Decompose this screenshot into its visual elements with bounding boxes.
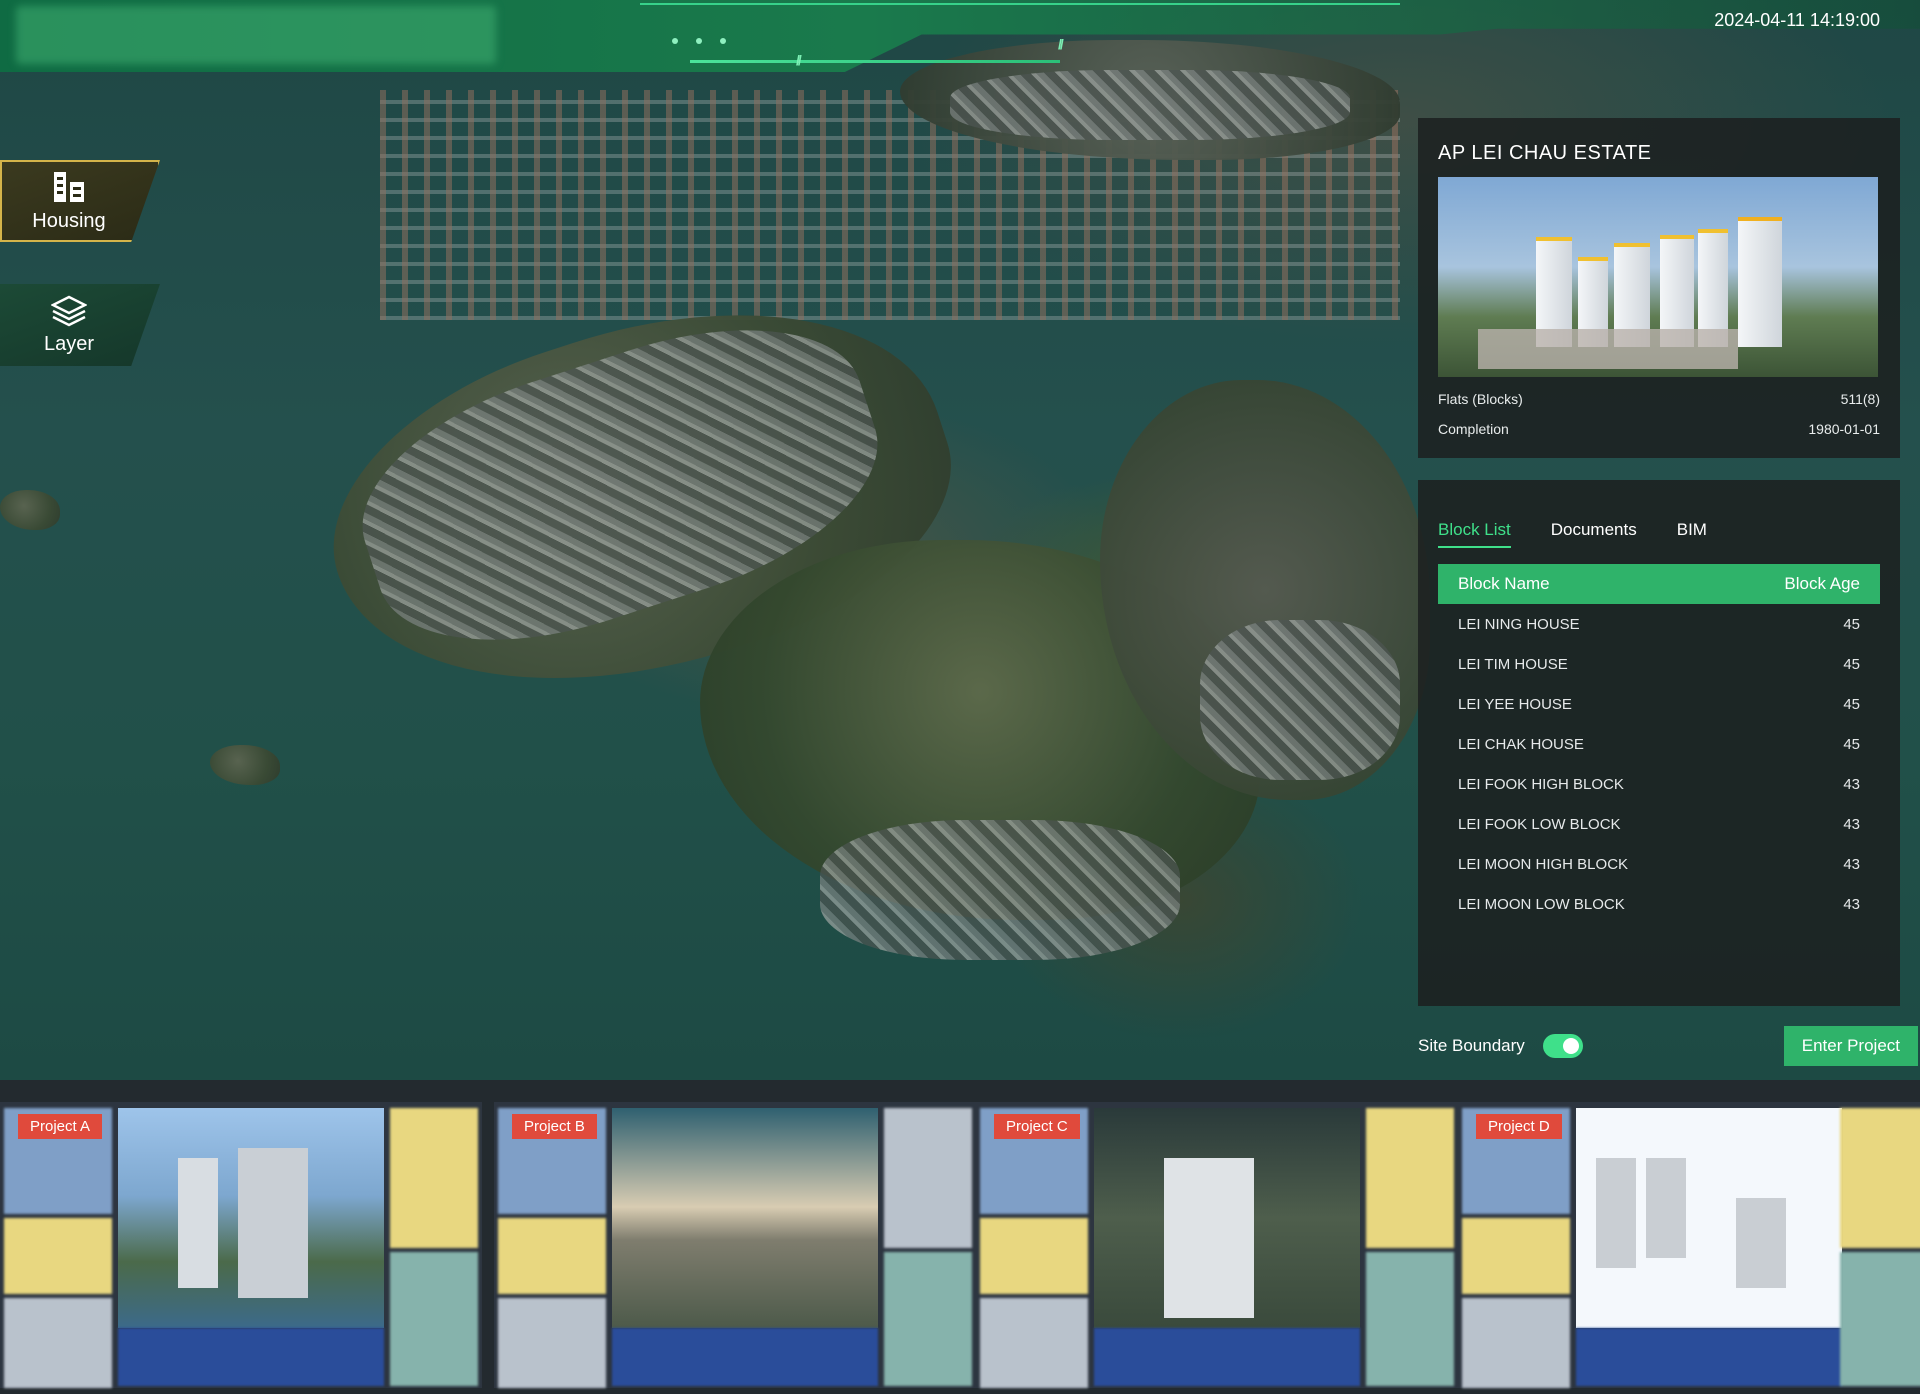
block-age-cell: 45 — [1843, 735, 1860, 753]
block-name-cell: LEI CHAK HOUSE — [1458, 735, 1584, 753]
block-name-cell: LEI MOON HIGH BLOCK — [1458, 855, 1629, 873]
block-name-cell: LEI FOOK HIGH BLOCK — [1458, 775, 1624, 793]
block-name-cell: LEI YEE HOUSE — [1458, 695, 1572, 713]
panel-footer: Site Boundary Enter Project — [1418, 1022, 1918, 1070]
decor-dots — [672, 38, 726, 44]
table-row[interactable]: LEI CHAK HOUSE 45 — [1438, 724, 1880, 764]
housing-label: Housing — [32, 209, 106, 232]
layer-label: Layer — [43, 332, 95, 355]
col-block-name: Block Name — [1458, 574, 1550, 593]
project-card-a[interactable]: Project A — [0, 1102, 482, 1388]
layers-icon — [51, 295, 87, 326]
table-row[interactable]: LEI FOOK LOW BLOCK 43 — [1438, 804, 1880, 844]
table-row[interactable]: LEI YEE HOUSE 45 — [1438, 684, 1880, 724]
completion-label: Completion — [1438, 421, 1509, 437]
project-card-c[interactable]: Project C — [976, 1102, 1458, 1388]
estate-title: AP LEI CHAU ESTATE — [1438, 142, 1652, 164]
block-name-cell: LEI FOOK LOW BLOCK — [1458, 815, 1621, 833]
tab-block-list[interactable]: Block List — [1438, 520, 1511, 548]
flats-row: Flats (Blocks) 511(8) — [1438, 391, 1880, 407]
table-row[interactable]: LEI NING HOUSE 45 — [1438, 604, 1880, 644]
block-list-panel: Block List Documents BIM Block Name Bloc… — [1418, 480, 1900, 1006]
block-name-cell: LEI MOON LOW BLOCK — [1458, 895, 1625, 913]
project-tag: Project D — [1476, 1114, 1562, 1139]
table-row[interactable]: LEI TIM HOUSE 45 — [1438, 644, 1880, 684]
project-card-b[interactable]: Project B — [494, 1102, 976, 1388]
site-boundary-label: Site Boundary — [1418, 1036, 1525, 1055]
block-name-cell: LEI NING HOUSE — [1458, 615, 1580, 633]
completion-row: Completion 1980-01-01 — [1438, 421, 1880, 437]
site-boundary-toggle[interactable] — [1542, 1034, 1583, 1058]
block-age-cell: 45 — [1843, 615, 1860, 633]
block-age-cell: 43 — [1843, 895, 1860, 913]
tab-bim[interactable]: BIM — [1677, 520, 1707, 548]
flats-label: Flats (Blocks) — [1438, 391, 1523, 407]
enter-project-button[interactable]: Enter Project — [1783, 1026, 1918, 1066]
table-header: Block Name Block Age — [1438, 564, 1880, 604]
project-tag: Project B — [512, 1114, 597, 1139]
block-age-cell: 45 — [1843, 655, 1860, 673]
tab-documents[interactable]: Documents — [1551, 520, 1637, 548]
project-tag: Project C — [994, 1114, 1080, 1139]
flats-value: 511(8) — [1840, 391, 1880, 407]
block-age-cell: 43 — [1843, 815, 1860, 833]
completion-value: 1980-01-01 — [1808, 421, 1880, 437]
block-name-cell: LEI TIM HOUSE — [1458, 655, 1568, 673]
building-icon — [54, 171, 84, 202]
datetime-display: 2024-04-11 14:19:00 — [1714, 10, 1880, 30]
table-row[interactable]: LEI MOON LOW BLOCK 43 — [1438, 884, 1880, 924]
project-strip: Project A Project B Project C Project D — [0, 1080, 1920, 1394]
estate-photo — [1438, 177, 1878, 377]
block-age-cell: 45 — [1843, 695, 1860, 713]
project-card-d[interactable]: Project D — [1458, 1102, 1920, 1388]
table-row[interactable]: LEI MOON HIGH BLOCK 43 — [1438, 844, 1880, 884]
blurred-logo — [16, 6, 496, 64]
tab-bar: Block List Documents BIM — [1438, 520, 1880, 548]
table-row[interactable]: LEI FOOK HIGH BLOCK 43 — [1438, 764, 1880, 804]
block-age-cell: 43 — [1843, 775, 1860, 793]
project-tag: Project A — [18, 1114, 103, 1139]
col-block-age: Block Age — [1784, 574, 1860, 593]
estate-info-panel: AP LEI CHAU ESTATE Flats (Blocks) 511(8)… — [1418, 118, 1900, 458]
block-age-cell: 43 — [1843, 855, 1860, 873]
